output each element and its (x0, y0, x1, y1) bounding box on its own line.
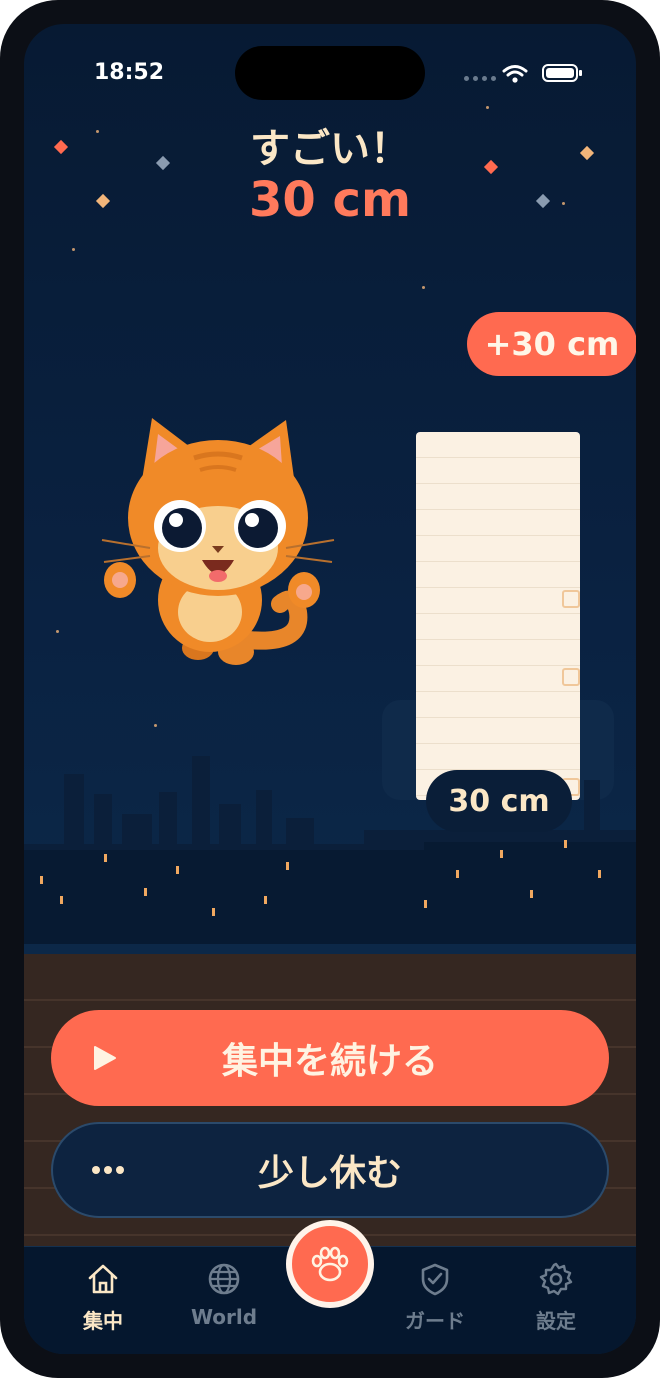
tab-guard-label: ガード (405, 1309, 465, 1333)
more-dots-icon (92, 1166, 124, 1174)
tab-settings-label: 設定 (536, 1309, 576, 1333)
tab-guard[interactable]: ガード (380, 1247, 490, 1354)
total-height: 30 cm (249, 172, 411, 228)
star (486, 106, 489, 109)
star (56, 630, 59, 633)
globe-icon (208, 1263, 240, 1295)
battery-icon (542, 64, 582, 82)
tab-focus-label: 集中 (83, 1309, 123, 1333)
note-corner-icon (562, 590, 580, 608)
stack-height-label: 30 cm (426, 770, 572, 832)
celebration-headline: すごい！ (250, 126, 410, 172)
take-break-label: 少し休む (257, 1152, 402, 1193)
star (154, 724, 157, 727)
cat-mascot (101, 418, 335, 665)
paper-stack (416, 432, 580, 800)
paw-center-button[interactable] (286, 1220, 374, 1308)
tab-world-label: World (190, 1305, 258, 1329)
play-icon (94, 1046, 116, 1070)
tab-focus[interactable]: 集中 (48, 1247, 158, 1354)
star (422, 286, 425, 289)
device-frame: 18:52 すごい！ 30 cm +30 cm 30 cm 集中を続ける 少し休… (0, 0, 660, 1378)
continue-focus-label: 集中を続ける (221, 1040, 438, 1081)
note-corner-icon (562, 668, 580, 686)
shield-check-icon (421, 1263, 449, 1296)
gear-icon (539, 1262, 573, 1296)
gain-badge: +30 cm (467, 312, 636, 376)
status-time: 18:52 (94, 60, 165, 85)
app-screen: 18:52 すごい！ 30 cm +30 cm 30 cm 集中を続ける 少し休… (24, 24, 636, 1354)
star (72, 248, 75, 251)
paw-icon (311, 1246, 349, 1282)
continue-focus-button[interactable]: 集中を続ける (51, 1010, 609, 1106)
take-break-button[interactable]: 少し休む (51, 1122, 609, 1218)
tab-world[interactable]: World (169, 1247, 279, 1354)
home-icon (88, 1264, 118, 1294)
wifi-icon (502, 65, 528, 83)
tab-settings[interactable]: 設定 (501, 1247, 611, 1354)
cellular-signal-icon (464, 76, 496, 81)
dynamic-island (235, 46, 425, 100)
